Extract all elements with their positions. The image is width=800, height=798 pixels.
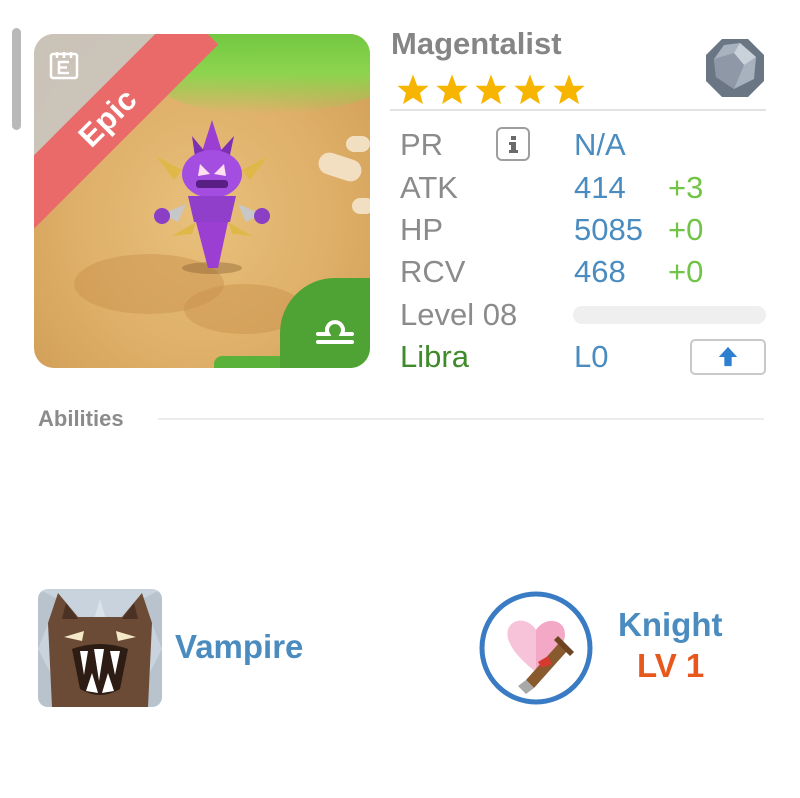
knight-ability-name[interactable]: Knight xyxy=(618,606,722,644)
rcv-label: RCV xyxy=(400,254,466,289)
level-label: Level 08 xyxy=(400,297,518,332)
stone-element-icon xyxy=(706,39,764,97)
vampire-ability-icon[interactable] xyxy=(38,589,162,707)
star-icon xyxy=(514,74,546,105)
abilities-heading: Abilities xyxy=(38,406,124,431)
star-rating xyxy=(396,73,586,107)
knight-ability-level: LV 1 xyxy=(637,647,705,684)
rcv-bonus: +0 xyxy=(668,254,704,289)
bone-decoration xyxy=(352,198,370,214)
star-icon xyxy=(436,74,468,105)
scroll-indicator[interactable] xyxy=(12,28,21,130)
hp-bonus: +0 xyxy=(668,212,704,247)
abilities-divider xyxy=(158,418,764,420)
bone-decoration xyxy=(346,136,370,152)
wolf-icon xyxy=(38,589,162,707)
star-icon xyxy=(397,74,429,105)
vampire-ability-name[interactable]: Vampire xyxy=(175,628,303,666)
monster-name: Magentalist xyxy=(391,26,562,61)
knight-ability-icon[interactable] xyxy=(478,590,594,706)
bone-decoration xyxy=(315,149,365,185)
hp-value: 5085 xyxy=(574,212,643,247)
sign-label: Libra xyxy=(400,339,469,374)
star-icon xyxy=(475,74,507,105)
pr-value: N/A xyxy=(574,127,626,162)
star-icon xyxy=(553,74,585,105)
pr-info-button[interactable] xyxy=(496,127,530,161)
atk-label: ATK xyxy=(400,170,458,205)
hp-label: HP xyxy=(400,212,444,247)
header-divider xyxy=(390,109,766,111)
atk-value: 414 xyxy=(574,170,626,205)
pr-label: PR xyxy=(400,127,444,162)
sign-value: L0 xyxy=(574,339,609,374)
level-progress-bar xyxy=(573,306,766,324)
atk-bonus: +3 xyxy=(668,170,704,205)
info-icon xyxy=(509,136,518,153)
libra-icon xyxy=(316,320,354,344)
arrow-up-icon xyxy=(718,346,738,367)
monster-card[interactable]: Epic xyxy=(34,34,370,368)
upgrade-button[interactable] xyxy=(690,339,766,375)
notes-icon[interactable] xyxy=(48,50,80,82)
rcv-value: 468 xyxy=(574,254,626,289)
